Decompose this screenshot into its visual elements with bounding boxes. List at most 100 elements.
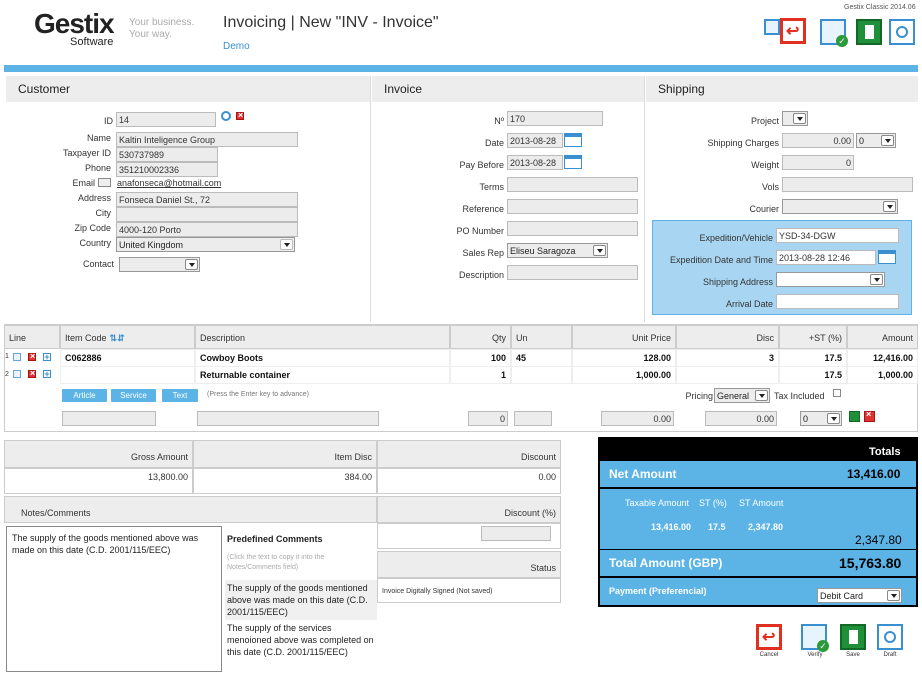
project-select[interactable] [782, 111, 808, 126]
predef-item[interactable]: The supply of the services menoioned abo… [225, 620, 377, 660]
col-disc: Disc [676, 325, 779, 349]
taxpayer-field[interactable]: 530737989 [116, 147, 218, 162]
delete-icon[interactable] [28, 368, 36, 378]
col-line: Line [4, 325, 60, 349]
vols-field[interactable] [782, 177, 913, 192]
cancel-icon[interactable]: ↩ [780, 18, 806, 44]
logo-sub: Software [70, 36, 114, 48]
edit-icon[interactable] [13, 353, 21, 361]
cancel-line-icon[interactable] [864, 409, 875, 422]
line-qty[interactable]: 100 [450, 349, 511, 367]
line-code[interactable]: C062886 [60, 349, 195, 367]
verify-icon[interactable]: ✓ [820, 19, 848, 47]
stamt-value: 2,347.80 [748, 522, 784, 532]
line-disc[interactable]: 3 [676, 349, 779, 367]
customer-name-field[interactable]: Kaltin Inteligence Group [116, 132, 298, 147]
line-qty[interactable]: 1 [450, 366, 511, 384]
terms-label: Terms [479, 182, 505, 192]
calendar-icon[interactable] [878, 250, 896, 264]
new-un-field[interactable] [514, 411, 552, 426]
draft-icon[interactable] [889, 19, 915, 45]
city-field[interactable] [116, 207, 298, 222]
line-un[interactable] [511, 366, 572, 384]
clear-icon[interactable] [236, 110, 244, 120]
customer-id-field[interactable]: 14 [116, 112, 216, 127]
discpct-field[interactable] [481, 526, 551, 541]
date-label: Date [484, 138, 504, 148]
line-price[interactable]: 1,000.00 [572, 366, 676, 384]
shipping-charges-field[interactable]: 0.00 [782, 133, 854, 148]
line-disc[interactable] [676, 366, 779, 384]
line-number: 2 [5, 371, 9, 378]
invoice-no-label: Nº [494, 116, 504, 126]
service-button[interactable]: Service [111, 389, 156, 402]
pricing-select[interactable]: General [714, 388, 770, 403]
shipping-tax-select[interactable]: 0 [856, 133, 896, 148]
line-desc[interactable]: Returnable container [195, 366, 450, 384]
confirm-line-icon[interactable] [849, 411, 860, 422]
add-icon[interactable]: + [43, 353, 51, 362]
draft-button[interactable] [877, 624, 903, 650]
calendar-icon[interactable] [564, 133, 582, 147]
zip-field[interactable]: 4000-120 Porto [116, 222, 298, 237]
payment-label: Payment (Preferencial) [609, 586, 707, 596]
calendar-icon[interactable] [564, 155, 582, 169]
col-code[interactable]: Item Code ⇅⇵ [60, 325, 195, 349]
arrival-field[interactable] [776, 294, 899, 309]
taxpayer-label: Taxpayer ID [62, 148, 111, 158]
verify-button[interactable]: ✓ [801, 624, 829, 652]
mail-icon[interactable] [98, 178, 111, 187]
col-qty: Qty [450, 325, 511, 349]
reference-field[interactable] [507, 199, 638, 214]
add-icon[interactable]: + [43, 370, 51, 379]
tax-included-checkbox[interactable] [833, 389, 841, 397]
cancel-button[interactable]: ↩ [756, 624, 782, 650]
predef-item[interactable]: The supply of the goods mentioned above … [225, 580, 377, 620]
paybefore-field[interactable]: 2013-08-28 [507, 155, 563, 170]
sort-icon[interactable]: ⇅⇵ [110, 333, 125, 343]
phone-field[interactable]: 351210002336 [116, 162, 218, 177]
customer-section-title: Customer [6, 76, 370, 102]
save-icon[interactable] [856, 19, 882, 45]
expdate-field[interactable]: 2013-08-28 12:46 [776, 250, 876, 265]
contact-select[interactable] [119, 257, 200, 272]
page-subtitle[interactable]: Demo [223, 41, 250, 52]
article-button[interactable]: Article [62, 389, 107, 402]
edit-icon[interactable] [13, 370, 21, 378]
email-link[interactable]: anafonseca@hotmail.com [117, 178, 221, 188]
salesrep-select[interactable]: Eliseu Saragoza [507, 243, 608, 258]
save-button[interactable] [840, 624, 866, 650]
vehicle-field[interactable]: YSD-34-DGW [776, 228, 899, 243]
line-price[interactable]: 128.00 [572, 349, 676, 367]
terms-field[interactable] [507, 177, 638, 192]
invoice-no-field[interactable]: 170 [507, 111, 603, 126]
line-number: 1 [5, 353, 9, 360]
new-desc-field[interactable] [197, 411, 379, 426]
new-price-field[interactable]: 0.00 [601, 411, 674, 426]
line-un[interactable]: 45 [511, 349, 572, 367]
new-disc-field[interactable]: 0.00 [705, 411, 777, 426]
line-st[interactable]: 17.5 [779, 366, 847, 384]
line-desc[interactable]: Cowboy Boots [195, 349, 450, 367]
weight-field[interactable]: 0 [782, 155, 854, 170]
description-field[interactable] [507, 265, 638, 280]
line-code[interactable] [60, 366, 195, 384]
notes-textarea[interactable]: The supply of the goods mentioned above … [6, 526, 222, 672]
new-st-select[interactable]: 0 [800, 411, 842, 426]
line-st[interactable]: 17.5 [779, 349, 847, 367]
section-divider [644, 76, 645, 322]
shipping-address-select[interactable] [776, 272, 885, 287]
search-icon[interactable] [221, 111, 231, 121]
payment-select[interactable]: Debit Card [817, 588, 902, 603]
po-field[interactable] [507, 221, 638, 236]
save-button-label: Save [846, 652, 860, 658]
country-select[interactable]: United Kingdom [116, 237, 295, 252]
new-qty-field[interactable]: 0 [468, 411, 508, 426]
courier-select[interactable] [782, 199, 898, 214]
address-field[interactable]: Fonseca Daniel St., 72 [116, 192, 298, 207]
new-code-field[interactable] [62, 411, 156, 426]
new-icon[interactable] [764, 19, 780, 35]
delete-icon[interactable] [28, 351, 36, 361]
text-button[interactable]: Text [162, 389, 198, 402]
date-field[interactable]: 2013-08-28 [507, 133, 563, 148]
